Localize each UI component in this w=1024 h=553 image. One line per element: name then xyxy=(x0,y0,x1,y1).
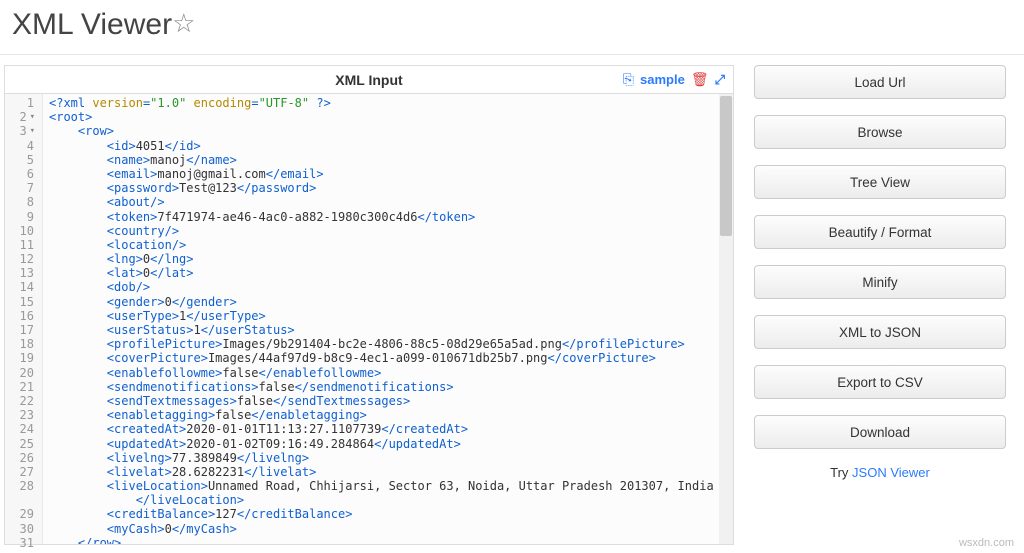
app-header: XML Viewer☆ xyxy=(0,0,1024,55)
beautify-format-button[interactable]: Beautify / Format xyxy=(754,215,1006,249)
code-line[interactable]: <lat>0</lat> xyxy=(49,266,733,280)
code-line[interactable]: <updatedAt>2020-01-02T09:16:49.284864</u… xyxy=(49,437,733,451)
minify-button[interactable]: Minify xyxy=(754,265,1006,299)
json-viewer-link[interactable]: JSON Viewer xyxy=(852,465,930,480)
code-line[interactable]: <livelat>28.6282231</livelat> xyxy=(49,465,733,479)
code-line[interactable]: <createdAt>2020-01-01T11:13:27.1107739</… xyxy=(49,422,733,436)
code-line[interactable]: <sendmenotifications>false</sendmenotifi… xyxy=(49,380,733,394)
star-icon[interactable]: ☆ xyxy=(172,8,195,38)
code-editor[interactable]: 12 ▾3 ▾456789101112131415161718192021222… xyxy=(5,94,733,544)
page-title: XML Viewer xyxy=(12,8,172,42)
code-line[interactable]: <liveLocation>Unnamed Road, Chhijarsi, S… xyxy=(49,479,733,493)
tree-view-button[interactable]: Tree View xyxy=(754,165,1006,199)
footer-credit: wsxdn.com xyxy=(959,537,1014,549)
copy-icon[interactable]: ⎘ xyxy=(623,71,634,88)
code-line[interactable]: <sendTextmessages>false</sendTextmessage… xyxy=(49,394,733,408)
scrollbar-thumb[interactable] xyxy=(720,96,732,236)
code-line[interactable]: </row> xyxy=(49,536,733,544)
code-line[interactable]: <profilePicture>Images/9b291404-bc2e-480… xyxy=(49,337,733,351)
code-line[interactable]: <root> xyxy=(49,110,733,124)
code-line[interactable]: <enablefollowme>false</enablefollowme> xyxy=(49,366,733,380)
code-line[interactable]: <livelng>77.389849</livelng> xyxy=(49,451,733,465)
code-line[interactable]: <location/> xyxy=(49,238,733,252)
scrollbar[interactable] xyxy=(719,94,733,544)
code-line[interactable]: <userType>1</userType> xyxy=(49,309,733,323)
sample-link[interactable]: sample xyxy=(640,72,685,87)
code-content[interactable]: <?xml version="1.0" encoding="UTF-8" ?><… xyxy=(43,94,733,544)
load-url-button[interactable]: Load Url xyxy=(754,65,1006,99)
code-line[interactable]: <gender>0</gender> xyxy=(49,295,733,309)
xml-to-json-button[interactable]: XML to JSON xyxy=(754,315,1006,349)
sidebar: Load Url Browse Tree View Beautify / Format… xyxy=(754,65,1014,545)
panel-actions: ⎘ sample 🗑 ⤢ xyxy=(623,71,725,88)
code-line[interactable]: <id>4051</id> xyxy=(49,139,733,153)
code-line[interactable]: <password>Test@123</password> xyxy=(49,181,733,195)
main-area: XML Input ⎘ sample 🗑 ⤢ 12 ▾3 ▾4567891011… xyxy=(0,55,1024,545)
expand-icon[interactable]: ⤢ xyxy=(715,72,725,88)
code-line[interactable]: <about/> xyxy=(49,195,733,209)
code-line[interactable]: <country/> xyxy=(49,224,733,238)
code-line[interactable]: <?xml version="1.0" encoding="UTF-8" ?> xyxy=(49,96,733,110)
code-line[interactable]: <myCash>0</myCash> xyxy=(49,522,733,536)
code-line[interactable]: <token>7f471974-ae46-4ac0-a882-1980c300c… xyxy=(49,210,733,224)
panel-header: XML Input ⎘ sample 🗑 ⤢ xyxy=(5,66,733,94)
browse-button[interactable]: Browse xyxy=(754,115,1006,149)
code-line[interactable]: <dob/> xyxy=(49,280,733,294)
export-to-csv-button[interactable]: Export to CSV xyxy=(754,365,1006,399)
download-button[interactable]: Download xyxy=(754,415,1006,449)
line-gutter: 12 ▾3 ▾456789101112131415161718192021222… xyxy=(5,94,43,544)
code-line[interactable]: <email>manoj@gmail.com</email> xyxy=(49,167,733,181)
code-line[interactable]: <coverPicture>Images/44af97d9-b8c9-4ec1-… xyxy=(49,351,733,365)
trash-icon[interactable]: 🗑 xyxy=(691,71,709,88)
code-line[interactable]: </liveLocation> xyxy=(49,493,733,507)
code-line[interactable]: <lng>0</lng> xyxy=(49,252,733,266)
code-line[interactable]: <creditBalance>127</creditBalance> xyxy=(49,507,733,521)
code-line[interactable]: <row> xyxy=(49,124,733,138)
xml-input-panel: XML Input ⎘ sample 🗑 ⤢ 12 ▾3 ▾4567891011… xyxy=(4,65,734,545)
code-line[interactable]: <name>manoj</name> xyxy=(49,153,733,167)
code-line[interactable]: <userStatus>1</userStatus> xyxy=(49,323,733,337)
try-json-viewer: Try JSON Viewer xyxy=(754,465,1006,480)
code-line[interactable]: <enabletagging>false</enabletagging> xyxy=(49,408,733,422)
